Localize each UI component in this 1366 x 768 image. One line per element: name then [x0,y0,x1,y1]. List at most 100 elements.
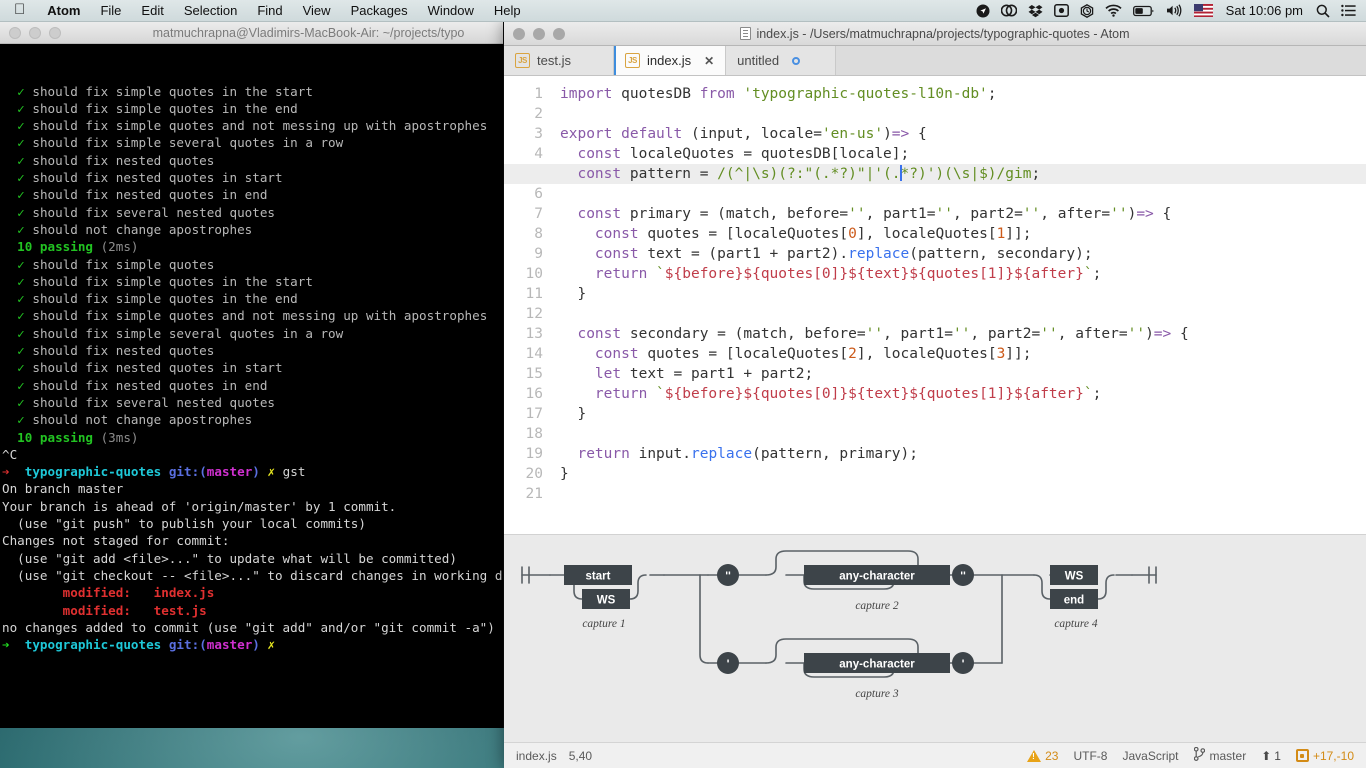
terminal-git-output: (use "git checkout -- <file>..." to disc… [2,567,503,583]
terminal-prompt: ➔ typographic-quotes git:(master) ✗ [2,637,276,653]
modified-dot-icon[interactable] [792,56,801,65]
macos-menubar:  Atom File Edit Selection Find View Pac… [0,0,1366,22]
time-machine-icon[interactable] [1080,3,1094,18]
dropbox-icon[interactable] [1028,4,1043,18]
line-number: 18 [525,426,543,442]
line-number: 13 [525,326,543,342]
menu-packages[interactable]: Packages [341,0,418,22]
diff-stats: +17,-10 [1312,748,1354,763]
line-number: 21 [525,486,543,502]
code-line[interactable]: return `${before}${quotes[0]}${text}${qu… [560,384,1366,404]
code-line[interactable]: } [560,284,1366,304]
git-branch-icon [1193,746,1205,764]
us-flag-icon[interactable] [1193,4,1213,17]
menu-edit[interactable]: Edit [131,0,173,22]
code-line[interactable]: import quotesDB from 'typographic-quotes… [560,84,1366,104]
creative-cloud-icon[interactable] [1000,4,1017,17]
menubar-status-icons: Sat 10:06 pm [976,3,1366,18]
apple-logo-icon[interactable]:  [0,0,37,22]
ahead-count: 1 [1274,748,1281,763]
node-label: WS [1065,571,1084,583]
code-line[interactable] [560,304,1366,324]
status-encoding[interactable]: UTF-8 [1073,749,1107,763]
code-line[interactable]: const quotes = [localeQuotes[0], localeQ… [560,224,1366,244]
code-line[interactable]: return `${before}${quotes[0]}${text}${qu… [560,264,1366,284]
node-label: ' [960,658,967,671]
menu-window[interactable]: Window [418,0,484,22]
code-line[interactable] [560,184,1366,204]
status-file-name[interactable]: index.js [516,749,557,763]
line-number: 17 [525,406,543,422]
menu-selection[interactable]: Selection [174,0,247,22]
line-number: 6 [534,186,543,202]
record-icon[interactable] [1053,4,1069,17]
terminal-test-result: ✓ should fix nested quotes in end [17,377,268,393]
code-line[interactable] [560,484,1366,504]
code-line[interactable] [560,104,1366,124]
wifi-icon[interactable] [1105,4,1122,17]
code-line[interactable]: const text = (part1 + part2).replace(pat… [560,244,1366,264]
code-line[interactable]: const secondary = (match, before='', par… [560,324,1366,344]
terminal-test-result: ✓ should fix simple several quotes in a … [17,325,344,341]
code-editor[interactable]: 123456789101112131415161718192021 import… [504,76,1366,534]
status-commits-ahead[interactable]: ⬆ 1 [1261,749,1281,763]
menu-find[interactable]: Find [247,0,292,22]
text-cursor [899,165,902,181]
location-arrow-icon[interactable] [976,4,990,18]
atom-window-title: index.js - /Users/matmuchrapna/projects/… [504,27,1366,41]
code-line[interactable] [560,424,1366,444]
notification-center-icon[interactable] [1341,4,1356,17]
terminal-window[interactable]: matmuchrapna@Vladimirs-MacBook-Air: ~/pr… [0,22,504,728]
railroad-caption-3: capture 3 [855,688,899,700]
close-icon[interactable]: ✕ [704,54,714,68]
regex-railroad-diagram: start WS capture 1 " any-character captu… [504,534,1366,742]
terminal-test-result: ✓ should fix simple quotes and not messi… [17,118,488,134]
code-line[interactable]: } [560,464,1366,484]
document-icon [740,27,752,40]
railroad-node-any-character-2: any-character [804,565,950,585]
line-number: 15 [525,366,543,382]
code-content[interactable]: import quotesDB from 'typographic-quotes… [504,76,1366,534]
terminal-test-result: ✓ should fix several nested quotes [17,204,275,220]
code-line[interactable]: let text = part1 + part2; [560,364,1366,384]
battery-icon[interactable] [1132,5,1155,17]
tab-label: index.js [647,53,692,68]
atom-window[interactable]: index.js - /Users/matmuchrapna/projects/… [504,22,1366,768]
spotlight-search-icon[interactable] [1316,4,1330,18]
code-line[interactable]: const quotes = [localeQuotes[2], localeQ… [560,344,1366,364]
code-line[interactable]: return input.replace(pattern, primary); [560,444,1366,464]
status-warning-badge[interactable]: 23 [1027,749,1058,763]
menu-atom[interactable]: Atom [37,0,90,22]
terminal-output[interactable]: ✓ should fix simple quotes in the start … [0,44,503,728]
node-label: any-character [839,659,915,671]
tab-index-js[interactable]: JS index.js ✕ [614,46,727,75]
volume-icon[interactable] [1166,4,1183,17]
code-line[interactable]: const pattern = /(^|\s)(?:"(.*?)"|'(.*?)… [504,164,1366,184]
code-line[interactable]: } [560,404,1366,424]
menu-help[interactable]: Help [484,0,531,22]
status-git-branch[interactable]: master [1193,746,1246,764]
editor-tab-bar[interactable]: JS test.js JS index.js ✕ untitled [504,46,1366,76]
code-line[interactable]: const primary = (match, before='', part1… [560,204,1366,224]
railroad-node-end: end [1050,589,1098,609]
code-line[interactable]: const localeQuotes = quotesDB[locale]; [560,144,1366,164]
terminal-interrupt: ^C [2,446,18,462]
status-git-diff[interactable]: +17,-10 [1295,748,1354,763]
menu-view[interactable]: View [293,0,341,22]
tab-label: test.js [537,53,571,68]
js-file-icon: JS [625,53,640,68]
warning-count: 23 [1045,748,1059,763]
terminal-modified-file: modified: test.js [62,602,207,618]
status-cursor-position[interactable]: 5,40 [569,749,592,763]
status-right-group: 23 UTF-8 JavaScript master ⬆ 1 +17,-10 [1027,746,1354,764]
status-grammar[interactable]: JavaScript [1122,749,1178,763]
terminal-prompt: ➔ typographic-quotes git:(master) ✗ gst [2,464,306,480]
tab-untitled[interactable]: untitled [726,46,837,75]
tab-test-js[interactable]: JS test.js [504,46,614,75]
menu-file[interactable]: File [90,0,131,22]
terminal-test-result: ✓ should fix simple quotes [17,256,215,272]
menubar-clock[interactable]: Sat 10:06 pm [1224,3,1305,18]
atom-title-text: index.js - /Users/matmuchrapna/projects/… [756,26,1130,41]
terminal-git-output: Changes not staged for commit: [2,533,230,549]
code-line[interactable]: export default (input, locale='en-us')=>… [560,124,1366,144]
